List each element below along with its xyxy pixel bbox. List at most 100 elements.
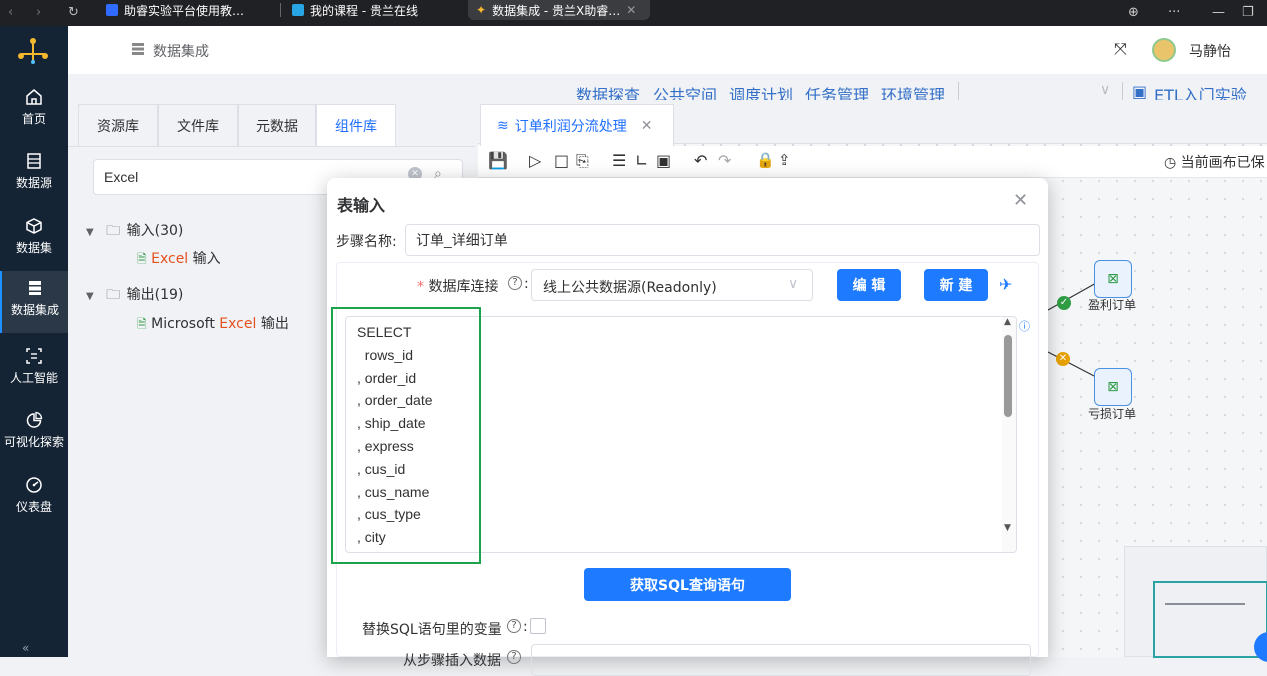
minimap[interactable] — [1124, 546, 1267, 658]
nav-item-visual-explore[interactable]: 可视化探索 — [0, 403, 68, 461]
tab-metadata[interactable]: 元数据 — [238, 104, 316, 146]
button-label: 编 辑 — [852, 278, 886, 294]
tab-label: 资源库 — [97, 118, 139, 135]
page-title: 数据集成 — [153, 44, 209, 60]
browser-tab[interactable]: 助睿实验平台使用教… — [98, 0, 252, 20]
nav-label: 数据源 — [15, 176, 52, 190]
collapse-icon[interactable]: « — [22, 641, 29, 655]
server-icon — [132, 43, 144, 55]
step-name-label: 步骤名称: — [336, 234, 397, 250]
back-icon[interactable]: ‹ — [8, 5, 13, 20]
scrollbar-thumb[interactable] — [1004, 335, 1012, 417]
nav-label: 可视化探索 — [3, 435, 64, 449]
success-link-icon: ✓ — [1057, 296, 1071, 310]
top-header: 数据集成 ⤧ 马静怡 — [68, 26, 1267, 74]
db-conn-label-wrap: * 数据库连接 — [417, 279, 499, 295]
dialog-title: 表输入 — [337, 196, 386, 215]
excel-output-node[interactable]: ⊠ — [1094, 368, 1132, 406]
project-icon: ▣ — [1132, 82, 1148, 101]
close-tab-icon[interactable]: ✕ — [626, 3, 636, 17]
table-input-dialog: 表输入 ✕ 步骤名称: * 数据库连接 ? : 线上公共数据源(Readonly… — [327, 178, 1048, 676]
edit-button[interactable]: 编 辑 — [837, 269, 901, 301]
colon: : — [523, 619, 528, 635]
nav-item-dataset[interactable]: 数据集 — [0, 209, 68, 267]
insert-data-label: 从步骤插入数据 — [403, 653, 501, 669]
excel-output-node[interactable]: ⊠ — [1094, 260, 1132, 298]
tab-title: 助睿实验平台使用教… — [124, 3, 245, 18]
nav-item-home[interactable]: 首页 — [0, 80, 68, 138]
left-navigation: 首页 数据源 数据集 数据集成 人工智能 可视化探索 仪表盘 « — [0, 26, 68, 657]
fullscreen-icon[interactable]: ⤧ — [1114, 39, 1127, 59]
highlight-text: Excel — [151, 251, 189, 267]
help-icon[interactable]: ? — [508, 276, 522, 290]
restore-icon[interactable]: ❐ — [1242, 5, 1254, 20]
nav-item-datasource[interactable]: 数据源 — [0, 144, 68, 202]
node-label: 盈利订单 — [1088, 298, 1137, 312]
server-icon — [29, 281, 41, 295]
course-icon — [292, 4, 304, 16]
new-button[interactable]: 新 建 — [924, 269, 988, 301]
tab-file-library[interactable]: 文件库 — [158, 104, 238, 146]
highlight-text: Excel — [219, 316, 257, 332]
info-icon[interactable]: ⓘ — [1019, 318, 1030, 334]
folder-icon: 🗀 — [106, 223, 121, 239]
help-icon[interactable]: ? — [507, 650, 521, 664]
db-conn-select[interactable]: 线上公共数据源(Readonly) ∨ — [531, 269, 813, 301]
browser-tab-bar: ‹ › ↻ 助睿实验平台使用教… 我的课程 - 贵兰在线 ✦ 数据集成 - 贵兰… — [0, 0, 1267, 26]
failure-link-icon: ✕ — [1056, 352, 1070, 366]
excel-file-icon: 🗎 — [137, 317, 147, 331]
browser-tab[interactable]: 我的课程 - 贵兰在线 — [284, 0, 426, 20]
scrollbar[interactable]: ▲ ▼ — [1002, 317, 1016, 552]
avatar[interactable] — [1152, 38, 1176, 62]
tree-item-excel-output[interactable]: 🗎 Microsoft Excel 输出 — [137, 313, 289, 336]
forward-icon[interactable]: › — [36, 5, 41, 20]
nav-item-dashboard[interactable]: 仪表盘 — [0, 468, 68, 526]
tree-group-output[interactable]: ▼ 🗀 输出(19) — [86, 284, 183, 308]
reload-icon[interactable]: ↻ — [68, 5, 79, 20]
nav-item-data-integration[interactable]: 数据集成 — [0, 271, 68, 333]
node-label: 亏损订单 — [1088, 407, 1137, 421]
doc-icon — [106, 4, 118, 16]
more-icon[interactable]: ··· — [1168, 5, 1180, 20]
db-conn-value: 线上公共数据源(Readonly) — [543, 280, 717, 296]
step-name-input[interactable] — [405, 224, 1040, 256]
user-name[interactable]: 马静怡 — [1189, 41, 1231, 61]
nav-label: 数据集 — [15, 241, 52, 255]
tab-resource-library[interactable]: 资源库 — [78, 104, 158, 146]
replace-var-label: 替换SQL语句里的变量 — [362, 622, 502, 638]
close-icon[interactable]: ✕ — [1013, 190, 1028, 211]
button-label: 获取SQL查询语句 — [630, 577, 745, 594]
help-icon[interactable]: ? — [507, 619, 521, 633]
tab-label: 组件库 — [335, 118, 377, 135]
nav-item-ai[interactable]: 人工智能 — [0, 339, 68, 397]
caret-down-icon[interactable]: ▼ — [86, 227, 94, 238]
button-label: 新 建 — [939, 278, 973, 294]
ai-icon — [26, 348, 42, 364]
caret-down-icon[interactable]: ▼ — [86, 291, 94, 302]
globe-icon[interactable]: ⊕ — [1128, 5, 1139, 20]
tab-component-library[interactable]: 组件库 — [316, 104, 396, 146]
insert-data-select[interactable] — [531, 644, 1031, 676]
tree-item-label: Microsoft — [151, 316, 220, 332]
replace-var-checkbox[interactable] — [530, 618, 546, 634]
database-icon — [27, 153, 41, 169]
nav-label: 数据集成 — [10, 303, 59, 317]
tree-item-excel-input[interactable]: 🗎 Excel 输入 — [137, 248, 221, 271]
wizard-icon[interactable]: ✈ — [999, 275, 1012, 294]
minimize-icon[interactable]: — — [1212, 5, 1225, 20]
app-logo — [16, 36, 50, 66]
tab-label: 元数据 — [256, 118, 298, 135]
tree-item-label: 输入 — [188, 251, 221, 267]
nav-label: 人工智能 — [9, 371, 58, 385]
browser-tab-active[interactable]: ✦ 数据集成 - 贵兰X助睿… ✕ — [468, 0, 650, 20]
tree-group-input[interactable]: ▼ 🗀 输入(30) — [86, 220, 183, 244]
highlight-box — [331, 307, 481, 564]
folder-icon: 🗀 — [106, 287, 121, 303]
get-sql-button[interactable]: 获取SQL查询语句 — [584, 568, 791, 601]
chevron-down-icon[interactable]: ∨ — [1100, 82, 1110, 98]
tab-title: 我的课程 - 贵兰在线 — [310, 3, 418, 18]
minimap-viewport[interactable] — [1153, 581, 1267, 658]
tab-title: 数据集成 - 贵兰X助睿… — [492, 3, 621, 18]
chevron-down-icon: ∨ — [788, 276, 799, 292]
nav-label: 仪表盘 — [15, 500, 52, 514]
